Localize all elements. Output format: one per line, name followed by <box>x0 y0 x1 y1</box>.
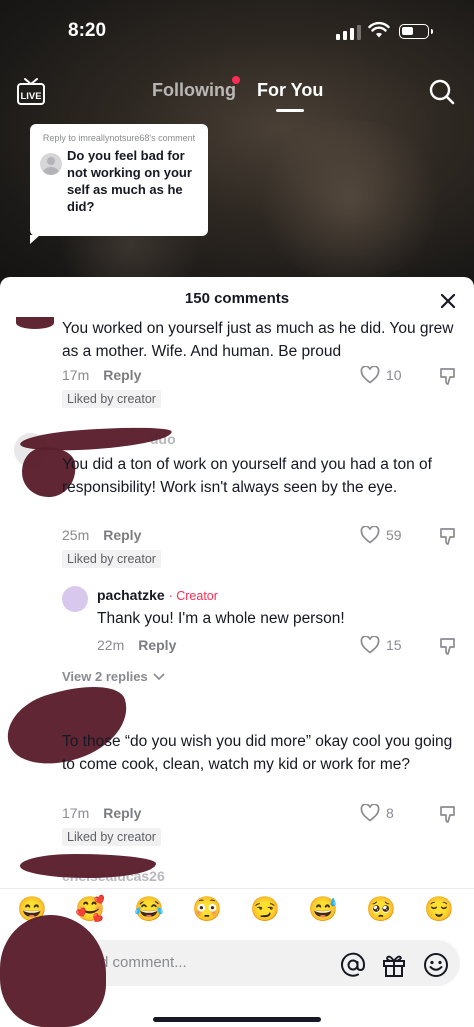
like-count: 8 <box>386 805 394 821</box>
emoji-button[interactable]: 😅 <box>308 895 338 925</box>
reply-sticker-header: Reply to imreallynotsure68's comment <box>42 133 196 143</box>
cellular-signal-icon <box>336 24 361 40</box>
reply-sticker-text: Do you feel bad for not working on your … <box>67 148 192 214</box>
emoji-button[interactable]: 😂 <box>134 895 164 925</box>
emoji-button[interactable]: 🥰 <box>75 895 105 925</box>
view-replies-text: View 2 replies <box>62 669 148 684</box>
emoji-button[interactable]: 😳 <box>192 895 222 925</box>
comment-text: To those “do you wish you did more” okay… <box>62 733 453 773</box>
gift-icon[interactable] <box>381 952 407 978</box>
like-count: 15 <box>386 637 402 653</box>
like-button[interactable]: 8 <box>360 804 394 822</box>
notification-dot <box>232 76 240 84</box>
emoji-button[interactable]: 😌 <box>424 895 454 925</box>
dislike-icon[interactable] <box>438 366 458 386</box>
active-tab-indicator <box>276 109 304 112</box>
search-icon[interactable] <box>428 78 456 106</box>
heart-icon <box>360 636 380 654</box>
comment-time: 17m <box>62 805 90 821</box>
heart-icon <box>360 526 380 544</box>
reply-button[interactable]: Reply <box>103 367 141 383</box>
status-time: 8:20 <box>68 20 107 41</box>
video-shape <box>250 120 450 280</box>
comment-time: 22m <box>97 637 125 653</box>
like-count: 10 <box>386 367 402 383</box>
reply-button[interactable]: Reply <box>103 805 141 821</box>
creator-username-text: pachatzke <box>97 587 165 603</box>
comments-count-title: 150 comments <box>184 290 290 307</box>
dislike-icon[interactable] <box>438 804 458 824</box>
emoji-picker-icon[interactable] <box>423 952 449 978</box>
comments-header: 150 comments <box>0 277 474 317</box>
creator-tag: · Creator <box>168 589 218 603</box>
like-count: 59 <box>386 527 402 543</box>
like-button[interactable]: 59 <box>360 526 402 544</box>
like-button[interactable]: 15 <box>360 636 402 654</box>
emoji-button[interactable]: 😏 <box>250 895 280 925</box>
reply-text: Thank you! I'm a whole new person! <box>97 610 345 627</box>
dislike-icon[interactable] <box>438 636 458 656</box>
tab-following[interactable]: Following <box>152 80 236 101</box>
reply-button[interactable]: Reply <box>138 637 176 653</box>
battery-icon <box>399 24 433 39</box>
comment-text: You did a ton of work on yourself and yo… <box>62 456 432 496</box>
live-label: LIVE <box>20 91 41 102</box>
like-button[interactable]: 10 <box>360 366 402 384</box>
chevron-down-icon <box>153 672 165 680</box>
tab-for-you[interactable]: For You <box>257 80 323 101</box>
redaction-scribble <box>0 915 106 1027</box>
comment-meta: 25m Reply <box>62 527 141 543</box>
liked-by-creator-badge: Liked by creator <box>62 828 161 846</box>
dislike-icon[interactable] <box>438 526 458 546</box>
home-indicator <box>153 1017 321 1022</box>
mention-icon[interactable] <box>340 952 366 978</box>
liked-by-creator-badge: Liked by creator <box>62 390 161 408</box>
heart-icon <box>360 366 380 384</box>
redaction-scribble <box>16 317 54 329</box>
comment-meta: 17m Reply <box>62 805 141 821</box>
emoji-button[interactable]: 🥺 <box>366 895 396 925</box>
comment-time: 25m <box>62 527 90 543</box>
wifi-icon <box>368 21 390 38</box>
creator-username: pachatzke · Creator <box>97 587 218 603</box>
comment-time: 17m <box>62 367 90 383</box>
comment-meta: 22m Reply <box>97 637 176 653</box>
avatar <box>40 153 62 175</box>
top-navigation: LIVE Following For You <box>0 72 474 112</box>
comment-meta: 17m Reply <box>62 367 141 383</box>
liked-by-creator-badge: Liked by creator <box>62 550 161 568</box>
close-icon[interactable] <box>440 293 456 309</box>
comment-input-placeholder: d comment... <box>100 954 187 971</box>
status-bar: 8:20 <box>0 18 474 48</box>
live-icon[interactable]: LIVE <box>16 76 46 106</box>
creator-avatar[interactable] <box>62 586 88 612</box>
view-replies-link[interactable]: View 2 replies <box>62 669 166 684</box>
reply-button[interactable]: Reply <box>103 527 141 543</box>
comment-text: You worked on yourself just as much as h… <box>62 320 454 360</box>
heart-icon <box>360 804 380 822</box>
reply-comment-sticker: Reply to imreallynotsure68's comment Do … <box>30 124 208 244</box>
